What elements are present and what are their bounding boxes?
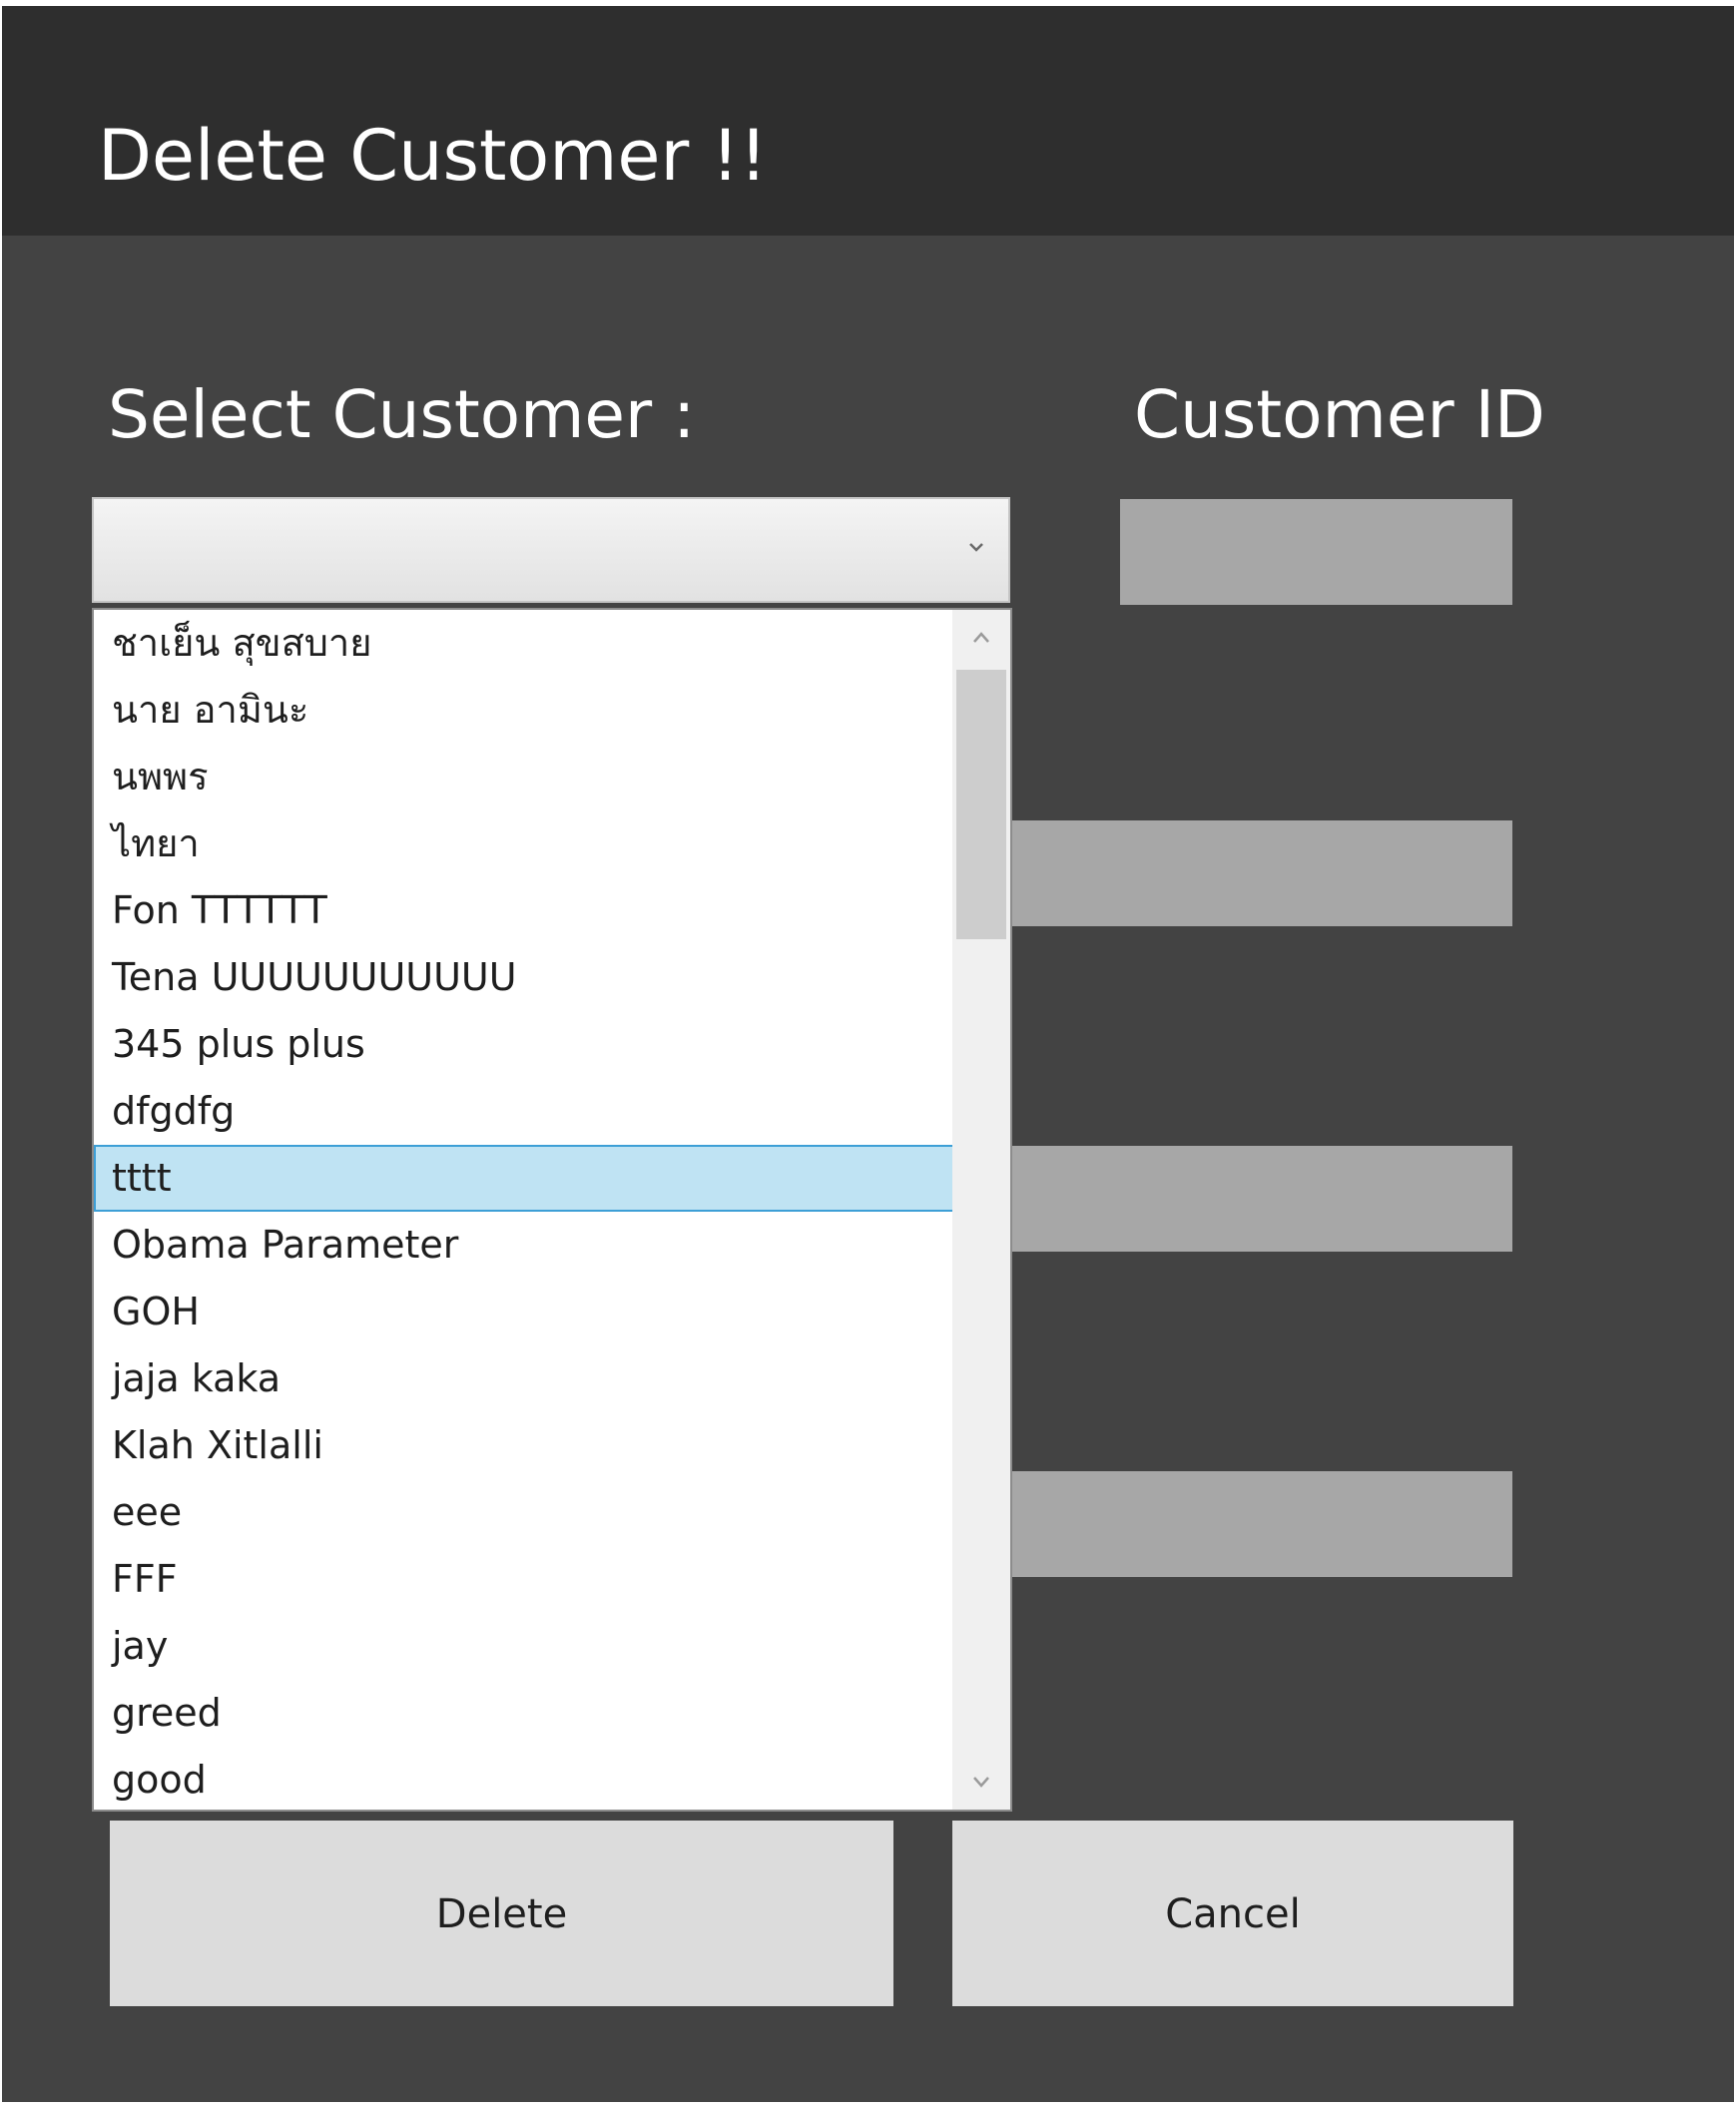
delete-button[interactable]: Delete bbox=[110, 1821, 893, 2006]
list-item[interactable]: jay bbox=[94, 1613, 954, 1680]
header-bar: Delete Customer !! bbox=[2, 6, 1734, 236]
list-item[interactable]: GOH bbox=[94, 1279, 954, 1345]
page-title: Delete Customer !! bbox=[98, 115, 768, 197]
list-item[interactable]: ไทยา bbox=[94, 810, 954, 877]
list-item[interactable]: FFF bbox=[94, 1546, 954, 1613]
list-item[interactable]: นพพร bbox=[94, 744, 954, 810]
delete-customer-window: Delete Customer !! Select Customer : Cus… bbox=[0, 0, 1736, 2112]
list-item[interactable]: Klah Xitlalli bbox=[94, 1412, 954, 1479]
dropdown-scrollbar[interactable] bbox=[952, 610, 1010, 1810]
customer-name-field bbox=[1010, 820, 1512, 926]
list-item[interactable]: eee bbox=[94, 1479, 954, 1546]
main-panel: Delete Customer !! Select Customer : Cus… bbox=[2, 6, 1734, 2102]
list-item[interactable]: นาย อามินะ bbox=[94, 677, 954, 744]
dropdown-items: ชาเย็น สุขสบาย นาย อามินะ นพพร ไทยา Fon TTTT… bbox=[94, 610, 954, 1810]
list-item[interactable]: tttt bbox=[94, 1145, 954, 1212]
customer-detail-field bbox=[1010, 1146, 1512, 1252]
scrollbar-thumb[interactable] bbox=[956, 670, 1006, 939]
chevron-up-icon[interactable] bbox=[952, 610, 1010, 666]
list-item[interactable]: Tena UUUUUUUUUUU bbox=[94, 944, 954, 1011]
list-item[interactable]: greed bbox=[94, 1680, 954, 1747]
select-customer-label: Select Customer : bbox=[108, 376, 696, 453]
list-item[interactable]: dfgdfg bbox=[94, 1078, 954, 1145]
customer-extra-field bbox=[1010, 1471, 1512, 1577]
list-item[interactable]: jaja kaka bbox=[94, 1345, 954, 1412]
chevron-down-icon[interactable] bbox=[952, 1754, 1010, 1810]
customer-id-label: Customer ID bbox=[1134, 376, 1545, 453]
list-item[interactable]: good bbox=[94, 1747, 954, 1810]
list-item[interactable]: Fon TTTTTT bbox=[94, 877, 954, 944]
chevron-down-icon[interactable] bbox=[962, 533, 990, 561]
customer-id-field bbox=[1120, 499, 1512, 605]
customer-dropdown-list[interactable]: ชาเย็น สุขสบาย นาย อามินะ นพพร ไทยา Fon TTTT… bbox=[92, 608, 1012, 1812]
customer-combobox[interactable] bbox=[92, 497, 1010, 603]
list-item[interactable]: Obama Parameter bbox=[94, 1212, 954, 1279]
cancel-button[interactable]: Cancel bbox=[952, 1821, 1513, 2006]
list-item[interactable]: ชาเย็น สุขสบาย bbox=[94, 610, 954, 677]
list-item[interactable]: 345 plus plus bbox=[94, 1011, 954, 1078]
